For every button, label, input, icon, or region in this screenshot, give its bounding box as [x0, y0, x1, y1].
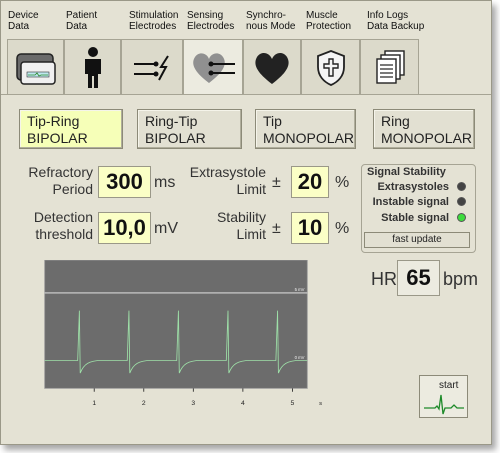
tab-device-data[interactable]	[7, 39, 64, 95]
tab-label-stimulation-electrodes[interactable]: Stimulation Electrodes	[129, 10, 178, 32]
refractory-period-value[interactable]: 300	[98, 166, 151, 198]
stability-plus-minus: ±	[272, 220, 281, 237]
ecg-time-tick-label: 2	[142, 400, 146, 407]
tab-muscle-protection[interactable]	[301, 39, 360, 95]
ecg-time-unit: s	[319, 401, 322, 407]
start-button[interactable]: start	[419, 375, 468, 418]
stability-limit-unit: %	[335, 220, 350, 237]
stable-signal-indicator-label: Stable signal	[381, 212, 449, 224]
patient-person-icon	[84, 46, 101, 88]
mode-line1: Ring	[381, 113, 410, 129]
ecg-time-axis: 1 2 3 4 5	[92, 388, 295, 407]
heart-rate-label: HR	[371, 269, 397, 289]
extrasystole-limit-value[interactable]: 20	[291, 166, 329, 198]
tab-info-logs[interactable]	[360, 39, 419, 95]
extrasystole-limit-label: Extrasystole Limit	[189, 164, 266, 197]
detection-threshold-label: Detection threshold	[33, 209, 93, 242]
tab-label-sensing-electrodes[interactable]: Sensing Electrodes	[187, 10, 234, 32]
pacemaker-device-icon	[15, 52, 56, 85]
mode-line1: Ring-Tip	[145, 113, 198, 129]
stability-limit-value[interactable]: 10	[291, 212, 329, 244]
instable-signal-indicator-label: Instable signal	[372, 196, 449, 208]
mode-ring-tip-bipolar-button[interactable]: Ring-Tip BIPOLAR	[137, 109, 242, 149]
extrasystole-limit-unit: %	[335, 174, 350, 191]
refractory-period-unit: ms	[154, 174, 176, 191]
extrasystoles-led-indicator	[457, 182, 466, 191]
stimulation-electrodes-icon	[134, 54, 169, 80]
mode-tip-ring-bipolar-button[interactable]: Tip-Ring BIPOLAR	[19, 109, 123, 149]
ecg-waveform-icon	[424, 394, 464, 415]
tab-stimulation-electrodes[interactable]	[121, 39, 183, 95]
mode-line1: Tip	[263, 113, 282, 129]
stability-limit-label: Stability Limit	[216, 209, 266, 242]
tab-patient-data[interactable]	[64, 39, 121, 95]
ecg-0mv-label: 0 mV	[295, 355, 305, 360]
mode-line2: MONOPOLAR	[381, 130, 473, 146]
mode-line1: Tip-Ring	[27, 113, 80, 129]
ecg-time-tick-label: 4	[241, 400, 245, 407]
ecg-time-tick-label: 5	[291, 400, 295, 407]
stable-signal-led-indicator	[457, 213, 466, 222]
tab-synchronous-mode[interactable]	[243, 39, 301, 95]
ecg-5mv-label: 5 mV	[295, 287, 305, 292]
tab-bar-divider	[1, 94, 491, 95]
mode-tip-monopolar-button[interactable]: Tip MONOPOLAR	[255, 109, 356, 149]
mode-line2: BIPOLAR	[145, 130, 206, 146]
start-label: start	[439, 380, 459, 391]
tab-label-info-logs[interactable]: Info Logs Data Backup	[367, 10, 424, 32]
tab-label-patient-data[interactable]: Patient Data	[66, 10, 97, 32]
app-window: Device Data Patient Data Stimulation Electr…	[0, 0, 492, 445]
ecg-time-tick-label: 3	[191, 400, 195, 407]
tab-sensing-electrodes[interactable]	[183, 39, 243, 95]
heart-icon	[255, 52, 289, 84]
refractory-period-label: Refractory Period	[28, 164, 93, 197]
documents-stack-icon	[375, 49, 405, 84]
ecg-time-tick-label: 1	[92, 400, 96, 407]
tab-label-device-data[interactable]: Device Data	[8, 10, 39, 32]
mode-line2: MONOPOLAR	[263, 130, 355, 146]
sensing-heart-icon	[193, 52, 235, 83]
signal-stability-title: Signal Stability	[367, 166, 446, 178]
ecg-plot-area	[44, 260, 308, 389]
fast-update-button[interactable]: fast update	[364, 232, 470, 248]
detection-threshold-value[interactable]: 10,0	[98, 212, 151, 244]
mode-line2: BIPOLAR	[27, 130, 88, 146]
instable-signal-led-indicator	[457, 197, 466, 206]
extrasystoles-indicator-label: Extrasystoles	[377, 181, 449, 193]
tab-label-muscle-protection[interactable]: Muscle Protection	[306, 10, 351, 32]
ecg-signal-monitor: 5 mV 0 mV 1 2 3 4 5 s	[44, 260, 322, 407]
extrasystole-plus-minus: ±	[272, 174, 281, 191]
detection-threshold-unit: mV	[154, 220, 178, 237]
heart-rate-value: 65	[397, 260, 440, 296]
shield-cross-icon	[316, 49, 345, 86]
heart-rate-unit: bpm	[443, 269, 479, 289]
tab-label-synchronous-mode[interactable]: Synchro-nous Mode	[246, 10, 295, 32]
mode-ring-monopolar-button[interactable]: Ring MONOPOLAR	[373, 109, 475, 149]
